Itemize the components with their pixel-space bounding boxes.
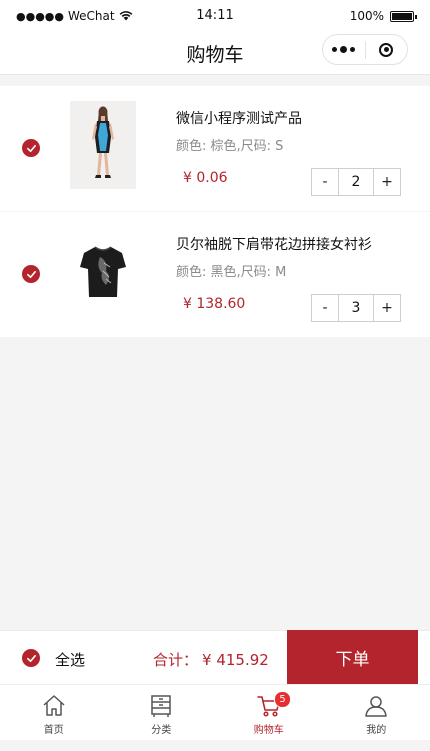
cart-count-badge: 5 xyxy=(274,691,291,708)
dress-model-image xyxy=(70,101,136,189)
more-dot-icon xyxy=(340,46,348,53)
battery-icon xyxy=(390,10,417,22)
increase-button[interactable]: + xyxy=(374,295,400,321)
tshirt-image xyxy=(70,227,136,315)
tab-home[interactable]: 首页 xyxy=(0,685,108,740)
select-all-label[interactable]: 全选 xyxy=(55,649,85,670)
quantity-stepper: - 3 + xyxy=(311,294,401,322)
product-title[interactable]: 微信小程序测试产品 xyxy=(176,108,302,128)
tab-label: 首页 xyxy=(43,725,64,736)
checkmark-icon xyxy=(26,654,36,662)
tab-category[interactable]: 分类 xyxy=(108,685,216,740)
bottom-spacer xyxy=(0,740,430,751)
home-icon xyxy=(43,695,65,716)
more-menu-button[interactable] xyxy=(323,46,365,53)
cart-item: 贝尔袖脱下肩带花边拼接女衬衫 颜色: 黑色,尺码: M ¥ 138.60 - 3… xyxy=(0,211,430,337)
product-spec: 颜色: 棕色,尺码: S xyxy=(176,139,284,154)
product-image[interactable] xyxy=(70,101,136,189)
close-miniprogram-button[interactable] xyxy=(365,42,407,57)
item-checkbox[interactable] xyxy=(22,139,40,157)
quantity-stepper: - 2 + xyxy=(311,168,401,196)
total-price: 合计： ¥ 415.92 xyxy=(153,649,269,670)
cart-item: 微信小程序测试产品 颜色: 棕色,尺码: S ¥ 0.06 - 2 + xyxy=(0,86,430,211)
place-order-button[interactable]: 下单 xyxy=(287,630,418,685)
more-dot-icon xyxy=(350,47,356,52)
quantity-input[interactable]: 3 xyxy=(338,295,374,321)
product-spec: 颜色: 黑色,尺码: M xyxy=(176,265,287,280)
nav-bar: 购物车 xyxy=(0,32,430,75)
status-bar: ●●●●● WeChat 14:11 100% xyxy=(0,0,430,32)
tab-label: 我的 xyxy=(366,725,387,736)
product-price: ¥ 0.06 xyxy=(183,170,228,186)
product-title[interactable]: 贝尔袖脱下肩带花边拼接女衬衫 xyxy=(176,234,372,254)
quantity-input[interactable]: 2 xyxy=(338,169,374,195)
decrease-button[interactable]: - xyxy=(312,295,338,321)
tab-cart[interactable]: 5 购物车 xyxy=(215,685,323,740)
tab-profile[interactable]: 我的 xyxy=(323,685,430,740)
checkmark-icon xyxy=(26,144,36,152)
item-checkbox[interactable] xyxy=(22,265,40,283)
status-right: 100% xyxy=(349,9,417,23)
product-image[interactable] xyxy=(70,227,136,315)
tab-bar: 首页 分类 5 购物车 我的 xyxy=(0,684,430,740)
increase-button[interactable]: + xyxy=(374,169,400,195)
total-label: 合计： xyxy=(153,651,199,669)
category-icon xyxy=(151,695,171,717)
checkmark-icon xyxy=(26,270,36,278)
tab-label: 购物车 xyxy=(253,725,284,736)
cart-list: 微信小程序测试产品 颜色: 棕色,尺码: S ¥ 0.06 - 2 + 贝尔袖脱… xyxy=(0,86,430,337)
battery-percent: 100% xyxy=(349,9,384,23)
select-all-checkbox[interactable] xyxy=(22,649,40,667)
total-amount: ¥ 415.92 xyxy=(202,651,269,669)
miniprogram-capsule xyxy=(322,34,408,65)
tab-label: 分类 xyxy=(151,725,172,736)
more-dot-icon xyxy=(332,47,338,52)
user-icon xyxy=(365,696,387,717)
checkout-bar: 全选 合计： ¥ 415.92 下单 xyxy=(0,630,430,685)
decrease-button[interactable]: - xyxy=(312,169,338,195)
product-price: ¥ 138.60 xyxy=(183,296,246,312)
target-icon xyxy=(379,42,394,57)
